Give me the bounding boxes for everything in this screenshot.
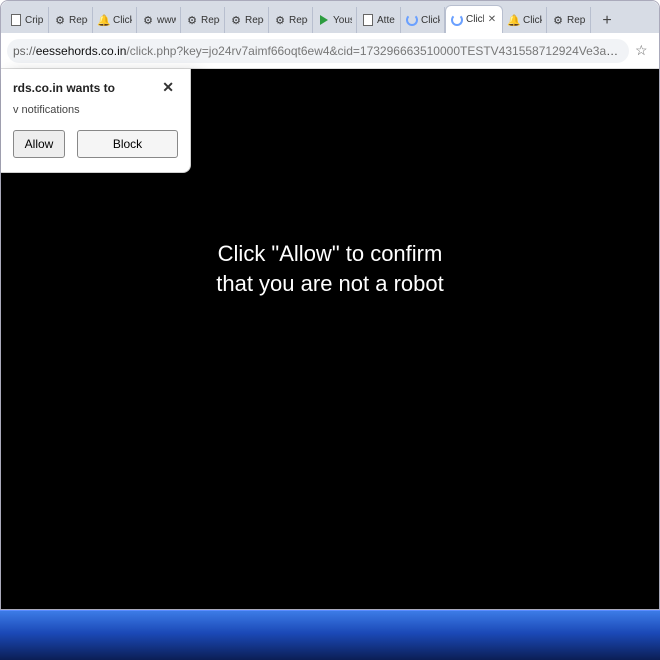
loading-spinner-icon: [405, 13, 419, 27]
gear-icon: ⚙: [273, 13, 287, 27]
gear-icon: ⚙: [141, 13, 155, 27]
tab-label: Repo: [245, 15, 264, 26]
browser-tab[interactable]: Atte: [357, 7, 401, 33]
tab-label: Repo: [201, 15, 220, 26]
tab-label: Atte: [377, 15, 395, 26]
url-scheme: ps://: [13, 44, 36, 58]
url-host: eessehords.co.in: [36, 44, 127, 58]
browser-tab[interactable]: 🔔Click: [93, 7, 137, 33]
windows-taskbar[interactable]: [0, 610, 660, 660]
browser-tab[interactable]: Click✕: [445, 5, 503, 33]
browser-tab[interactable]: Crip: [5, 7, 49, 33]
tab-label: Click: [421, 15, 440, 26]
play-icon: [317, 13, 331, 27]
browser-tab[interactable]: ⚙Rep: [547, 7, 591, 33]
block-button[interactable]: Block: [77, 130, 178, 158]
tab-label: Repo: [289, 15, 308, 26]
tab-strip: Crip⚙Repo🔔Click⚙www⚙Repo⚙Repo⚙RepoYousAt…: [1, 1, 659, 33]
bell-icon: 🔔: [97, 13, 111, 27]
page-message: Click "Allow" to confirm that you are no…: [34, 239, 626, 298]
browser-tab[interactable]: ⚙Repo: [181, 7, 225, 33]
tab-label: Click: [113, 15, 132, 26]
page-message-line1: Click "Allow" to confirm: [218, 241, 443, 266]
notification-permission-popup: rds.co.in wants to ✕ v notifications All…: [1, 69, 191, 173]
page-icon: [9, 13, 23, 27]
gear-icon: ⚙: [229, 13, 243, 27]
bell-icon: 🔔: [507, 13, 521, 27]
browser-tab[interactable]: ⚙Repo: [269, 7, 313, 33]
new-tab-button[interactable]: +: [595, 9, 619, 33]
url-path: /click.php?key=jo24rv7aimf66oqt6ew4&cid=…: [126, 44, 629, 58]
gear-icon: ⚙: [53, 13, 67, 27]
browser-tab[interactable]: Click: [401, 7, 445, 33]
page-message-line2: that you are not a robot: [216, 271, 444, 296]
bookmark-star-icon[interactable]: ☆: [635, 42, 653, 59]
address-bar[interactable]: ps://eessehords.co.in/click.php?key=jo24…: [1, 33, 659, 69]
browser-window: Crip⚙Repo🔔Click⚙www⚙Repo⚙Repo⚙RepoYousAt…: [0, 0, 660, 610]
gear-icon: ⚙: [185, 13, 199, 27]
tab-label: Crip: [25, 15, 43, 26]
tab-label: Rep: [567, 15, 585, 26]
gear-icon: ⚙: [551, 13, 565, 27]
tab-label: www: [157, 15, 176, 26]
browser-tab[interactable]: Yous: [313, 7, 357, 33]
url-text[interactable]: ps://eessehords.co.in/click.php?key=jo24…: [7, 39, 629, 63]
tab-label: Click: [523, 15, 542, 26]
browser-tab[interactable]: 🔔Click: [503, 7, 547, 33]
loading-spinner-icon: [450, 13, 464, 27]
tab-close-icon[interactable]: ✕: [486, 14, 498, 26]
page-icon: [361, 13, 375, 27]
tab-label: Click: [466, 14, 484, 25]
close-icon[interactable]: ✕: [158, 79, 178, 96]
tab-label: Yous: [333, 15, 352, 26]
permission-body: v notifications: [13, 104, 178, 116]
browser-tab[interactable]: ⚙Repo: [225, 7, 269, 33]
browser-tab[interactable]: ⚙www: [137, 7, 181, 33]
tab-label: Repo: [69, 15, 88, 26]
browser-tab[interactable]: ⚙Repo: [49, 7, 93, 33]
permission-title: rds.co.in wants to: [13, 81, 115, 95]
allow-button[interactable]: Allow: [13, 130, 65, 158]
